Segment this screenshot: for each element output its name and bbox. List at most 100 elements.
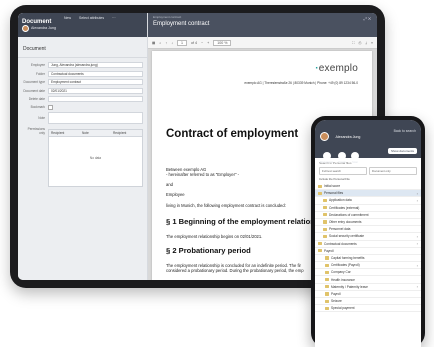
- print-icon[interactable]: ⎙: [359, 41, 362, 45]
- zoom-select[interactable]: 100 %: [213, 39, 232, 46]
- tree-item[interactable]: Personnel data: [315, 226, 421, 234]
- paragraph: The employment relationship begins on 02…: [166, 234, 263, 239]
- tree-item[interactable]: Capital forming benefits: [315, 255, 421, 263]
- note-field[interactable]: [48, 112, 143, 124]
- tree-item[interactable]: Payroll: [315, 248, 421, 255]
- tree-item[interactable]: Payroll: [315, 291, 421, 298]
- field-row: Document type Employment contract: [22, 79, 143, 85]
- field-row: Delete date: [22, 96, 143, 102]
- prev-page-icon[interactable]: ↑: [165, 41, 167, 45]
- tree-item[interactable]: Certificates (Payroll) ›: [315, 262, 421, 270]
- avatar: [22, 24, 29, 32]
- create-action[interactable]: Create: [338, 152, 347, 164]
- document-only-option[interactable]: Document only: [369, 167, 417, 175]
- folder-icon: [325, 306, 329, 310]
- user-chip[interactable]: Alexandra Jung: [22, 24, 56, 32]
- tree-item[interactable]: Seizure: [315, 298, 421, 306]
- tree-item[interactable]: Other entry documents: [315, 219, 421, 227]
- paragraph: - hereinafter referred to as "Employer" …: [166, 172, 240, 177]
- download-icon[interactable]: ⤓: [365, 41, 367, 45]
- document-type-field[interactable]: Employment contract: [48, 79, 143, 85]
- table-header: Recipient Note Recipient: [49, 130, 142, 137]
- stage: Document Alexandra Jung New Select attri…: [0, 0, 434, 347]
- panel-title: Document: [22, 18, 52, 25]
- tree-item[interactable]: Certificates (external): [315, 205, 421, 212]
- tree-item[interactable]: Application data ›: [315, 197, 421, 205]
- folder-icon: [325, 256, 329, 260]
- bookmark-checkbox[interactable]: [48, 104, 53, 110]
- tree-item-label: Personnel data: [329, 227, 351, 232]
- field-row: Bookmark: [22, 104, 143, 110]
- folder-icon: [323, 227, 327, 231]
- chevron-right-icon[interactable]: ›: [417, 241, 418, 246]
- tree-item[interactable]: Health insurance: [315, 276, 421, 284]
- tree-item-label: Maternity / Paternity leave: [331, 284, 368, 289]
- tree-item-label: Seizure: [331, 299, 342, 304]
- folder-icon: [325, 277, 329, 282]
- folder-icon: [325, 299, 329, 303]
- tree-item-label: Declarations of commitment: [329, 212, 369, 217]
- select-attributes-button[interactable]: Select attributes: [79, 16, 104, 20]
- document-date-field[interactable]: 02/01/2021: [48, 87, 143, 94]
- window-controls-icon[interactable]: ⤢ ✕: [364, 16, 371, 21]
- tree-item-label: Certificates (Payroll): [331, 263, 360, 268]
- new-button[interactable]: New: [64, 16, 71, 20]
- chevron-right-icon[interactable]: ›: [417, 234, 418, 239]
- folder-field[interactable]: Contractual documents: [48, 70, 143, 77]
- chevron-right-icon[interactable]: ›: [417, 198, 418, 203]
- document-metadata-panel: Document Alexandra Jung New Select attri…: [18, 13, 148, 280]
- field-row: Folder Contractual documents: [22, 70, 143, 77]
- delete-date-field[interactable]: [48, 96, 143, 102]
- folder-icon: [318, 242, 322, 246]
- scan-action[interactable]: Scan: [351, 152, 360, 164]
- full-text-search-option[interactable]: Full text search: [319, 167, 367, 175]
- page-number-input[interactable]: 1: [177, 39, 188, 46]
- tree-item[interactable]: Declarations of commitment: [315, 212, 421, 219]
- tree-item[interactable]: Special payment: [315, 305, 421, 313]
- chevron-right-icon[interactable]: ›: [417, 284, 418, 289]
- breadcrumb[interactable]: Employment contract: [153, 15, 372, 19]
- chevron-right-icon[interactable]: ›: [417, 263, 418, 268]
- action-label: Create: [338, 161, 347, 164]
- tree-item[interactable]: Maternity / Paternity leave ›: [315, 284, 421, 291]
- field-label: Folder: [35, 71, 45, 76]
- tree-item-label: Other entry documents: [329, 220, 362, 225]
- field-label: Document date: [23, 88, 45, 93]
- section-title: Document: [18, 37, 147, 58]
- more-menu-icon[interactable]: ⋯: [112, 16, 116, 20]
- chevron-right-icon[interactable]: ›: [417, 191, 418, 196]
- section-heading: § 1 Beginning of the employment relation…: [166, 217, 331, 226]
- tree-item-label: Company Car: [331, 270, 351, 275]
- tree-item[interactable]: Contractual documents ›: [315, 241, 421, 248]
- fullscreen-icon[interactable]: ⛶: [352, 41, 355, 45]
- include-personal-file-toggle[interactable]: Include the Personal File: [319, 177, 417, 181]
- field-row: Document date 02/01/2021: [22, 87, 143, 94]
- next-page-icon[interactable]: ↓: [171, 41, 173, 45]
- column-header[interactable]: Recipient: [49, 130, 80, 136]
- field-row: Employee Jung, Alexandra (alexandra.jung…: [22, 62, 143, 68]
- search-icon[interactable]: ⌕: [159, 41, 161, 45]
- folder-icon: [323, 220, 327, 224]
- more-icon[interactable]: »: [371, 41, 373, 45]
- viewer-toolbar: ▦ ⌕ ↑ ↓ 1 of 4 − + 100 % ⛶ ⎙ ⤓ »: [148, 37, 377, 49]
- tree-item-label: Special payment: [331, 306, 355, 311]
- show-documents-button[interactable]: Show documents: [387, 148, 417, 154]
- employee-field[interactable]: Jung, Alexandra (alexandra.jung): [48, 62, 143, 68]
- documents-icon: [322, 152, 331, 160]
- tree-item-label: Payroll: [324, 248, 334, 253]
- column-header[interactable]: Note: [80, 130, 111, 136]
- back-to-search-link[interactable]: Back to search: [394, 129, 416, 133]
- column-header[interactable]: Recipient: [111, 130, 142, 136]
- documents-action[interactable]: Documents: [320, 152, 333, 164]
- tree-item[interactable]: Personal files ›: [315, 190, 421, 198]
- zoom-in-icon[interactable]: +: [207, 41, 209, 45]
- folder-icon: [323, 206, 327, 210]
- document-form: Employee Jung, Alexandra (alexandra.jung…: [18, 58, 147, 191]
- tree-item[interactable]: Initial score: [315, 183, 421, 191]
- tree-item[interactable]: Social security certificate ›: [315, 233, 421, 241]
- sidebar-toggle-icon[interactable]: ▦: [152, 41, 155, 45]
- tree-item-label: Capital forming benefits: [331, 255, 365, 260]
- tree-item[interactable]: Company Car: [315, 269, 421, 277]
- zoom-out-icon[interactable]: −: [201, 41, 203, 45]
- left-header-bar: Document Alexandra Jung New Select attri…: [18, 13, 147, 37]
